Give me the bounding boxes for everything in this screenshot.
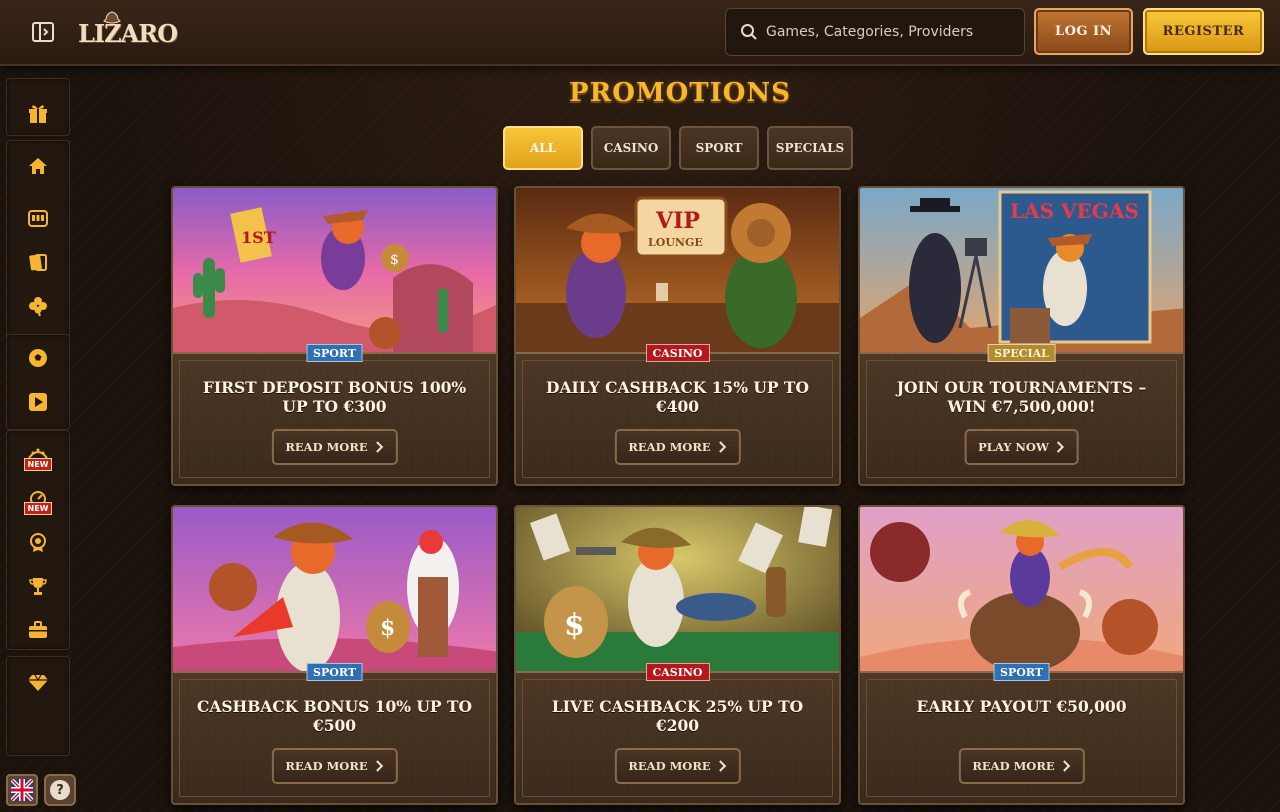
search-input[interactable] (766, 24, 1006, 40)
sidebar-toggle-button[interactable] (30, 19, 56, 45)
sidebar-item-new-1[interactable]: NEW (22, 446, 54, 474)
new-game-icon (30, 491, 46, 502)
category-tag: CASINO (645, 344, 710, 362)
search-box[interactable] (725, 8, 1025, 56)
sidebar-item-home[interactable] (24, 152, 52, 180)
read-more-button[interactable]: READ MORE (614, 429, 741, 465)
sidebar-item-sports[interactable] (24, 344, 52, 372)
sidebar-item-slots[interactable] (24, 204, 52, 232)
promo-title: JOIN OUR TOURNAMENTS – WIN €7,500,000! (896, 378, 1147, 416)
language-button[interactable] (6, 774, 38, 806)
category-tag: SPORT (993, 663, 1050, 681)
sidebar-item-promotions[interactable] (24, 100, 52, 128)
las-vegas-sign-text: LAS VEGAS (1010, 199, 1139, 223)
promo-title: DAILY CASHBACK 15% UP TO €400 (546, 378, 809, 416)
read-more-button[interactable]: READ MORE (958, 748, 1085, 784)
chevron-right-icon (718, 441, 727, 453)
tab-all[interactable]: ALL (503, 126, 583, 170)
promo-image (860, 507, 1183, 679)
button-label: READ MORE (628, 759, 711, 773)
sidebar-item-new-2[interactable]: NEW (22, 490, 54, 518)
chevron-right-icon (375, 441, 384, 453)
help-icon: ? (50, 780, 70, 800)
lounge-sign-text: LOUNGE (648, 236, 703, 249)
svg-text:$: $ (380, 615, 395, 641)
tab-specials[interactable]: SPECIALS (767, 126, 853, 170)
page-title: PROMOTIONS (569, 78, 791, 108)
diamond-icon (28, 674, 48, 691)
category-tag: SPORT (306, 663, 363, 681)
read-more-button[interactable]: READ MORE (614, 748, 741, 784)
category-tag: SPECIAL (987, 344, 1056, 362)
badge-icon (30, 533, 46, 552)
promo-card[interactable]: $ CASINO LIVE CASHBACK 25% UP TO €200 RE… (514, 505, 841, 805)
briefcase-icon (29, 621, 47, 638)
promo-title: EARLY PAYOUT €50,000 (916, 697, 1127, 716)
slot-machine-icon (28, 210, 48, 227)
sidebar-item-table-games[interactable] (24, 248, 52, 276)
promo-card[interactable]: $ SPORT CASHBACK BONUS 10% UP TO €500 RE… (171, 505, 498, 805)
svg-text:1ST: 1ST (241, 228, 276, 247)
promo-title: LIVE CASHBACK 25% UP TO €200 (551, 697, 804, 735)
button-label: READ MORE (285, 759, 368, 773)
promo-card[interactable]: VIP LOUNGE CASINO DAILY CASHBACK 15% UP … (514, 186, 841, 486)
logo-text: LIZARO (78, 18, 178, 48)
new-game-icon (28, 448, 48, 458)
play-now-button[interactable]: PLAY NOW (964, 429, 1079, 465)
brand-logo[interactable]: LIZARO (78, 11, 178, 54)
promo-title: CASHBACK BONUS 10% UP TO €500 (197, 697, 472, 735)
soccer-ball-icon (29, 349, 47, 367)
promo-title: FIRST DEPOSIT BONUS 100% UP TO €300 (202, 378, 467, 416)
read-more-button[interactable]: READ MORE (271, 429, 398, 465)
sidebar-item-live[interactable] (24, 388, 52, 416)
cowboy-hat-icon (103, 11, 121, 24)
sidebar-item-shop[interactable] (24, 616, 52, 644)
promo-card[interactable]: LAS VEGAS SPECIAL JOIN OUR TOURNAMENTS –… (858, 186, 1185, 486)
svg-text:$: $ (390, 252, 399, 268)
promo-image: $ (516, 507, 839, 679)
sidebar-item-lucky[interactable] (24, 292, 52, 320)
new-badge-label: NEW (23, 502, 53, 515)
promo-card[interactable]: 1ST $ SPORT FIRST DEPOSIT BONUS 100% UP … (171, 186, 498, 486)
cards-icon (29, 254, 47, 271)
play-icon (29, 393, 47, 411)
trophy-icon (29, 578, 47, 595)
login-button[interactable]: LOG IN (1034, 8, 1133, 55)
chevron-right-icon (375, 760, 384, 772)
search-icon (741, 24, 757, 40)
uk-flag-icon (11, 779, 33, 801)
sidebar-toggle-icon (32, 22, 54, 42)
register-button[interactable]: REGISTER (1143, 8, 1264, 55)
promo-image: VIP LOUNGE (516, 188, 839, 360)
gift-icon (29, 105, 47, 123)
tab-sport[interactable]: SPORT (679, 126, 759, 170)
sidebar-item-loyalty[interactable] (24, 528, 52, 556)
category-tag: SPORT (306, 344, 363, 362)
button-label: READ MORE (285, 440, 368, 454)
top-header: LIZARO LOG IN REGISTER (0, 0, 1280, 66)
sidebar-item-tournaments[interactable] (24, 572, 52, 600)
sidebar-item-vip[interactable] (24, 668, 52, 696)
button-label: READ MORE (972, 759, 1055, 773)
promo-image: 1ST $ (173, 188, 496, 360)
new-badge-label: NEW (23, 458, 53, 471)
home-icon (29, 158, 47, 174)
clover-icon (29, 297, 47, 317)
promo-card[interactable]: SPORT EARLY PAYOUT €50,000 READ MORE (858, 505, 1185, 805)
chevron-right-icon (1062, 760, 1071, 772)
read-more-button[interactable]: READ MORE (271, 748, 398, 784)
button-label: PLAY NOW (978, 440, 1049, 454)
svg-text:$: $ (564, 608, 585, 643)
chevron-right-icon (1057, 441, 1065, 453)
help-button[interactable]: ? (44, 774, 76, 806)
chevron-right-icon (718, 760, 727, 772)
tab-casino[interactable]: CASINO (591, 126, 671, 170)
promo-image: LAS VEGAS (860, 188, 1183, 360)
category-tag: CASINO (645, 663, 710, 681)
button-label: READ MORE (628, 440, 711, 454)
promo-image: $ (173, 507, 496, 679)
sidebar: NEW NEW (0, 72, 76, 762)
vip-sign-text: VIP (655, 208, 700, 234)
